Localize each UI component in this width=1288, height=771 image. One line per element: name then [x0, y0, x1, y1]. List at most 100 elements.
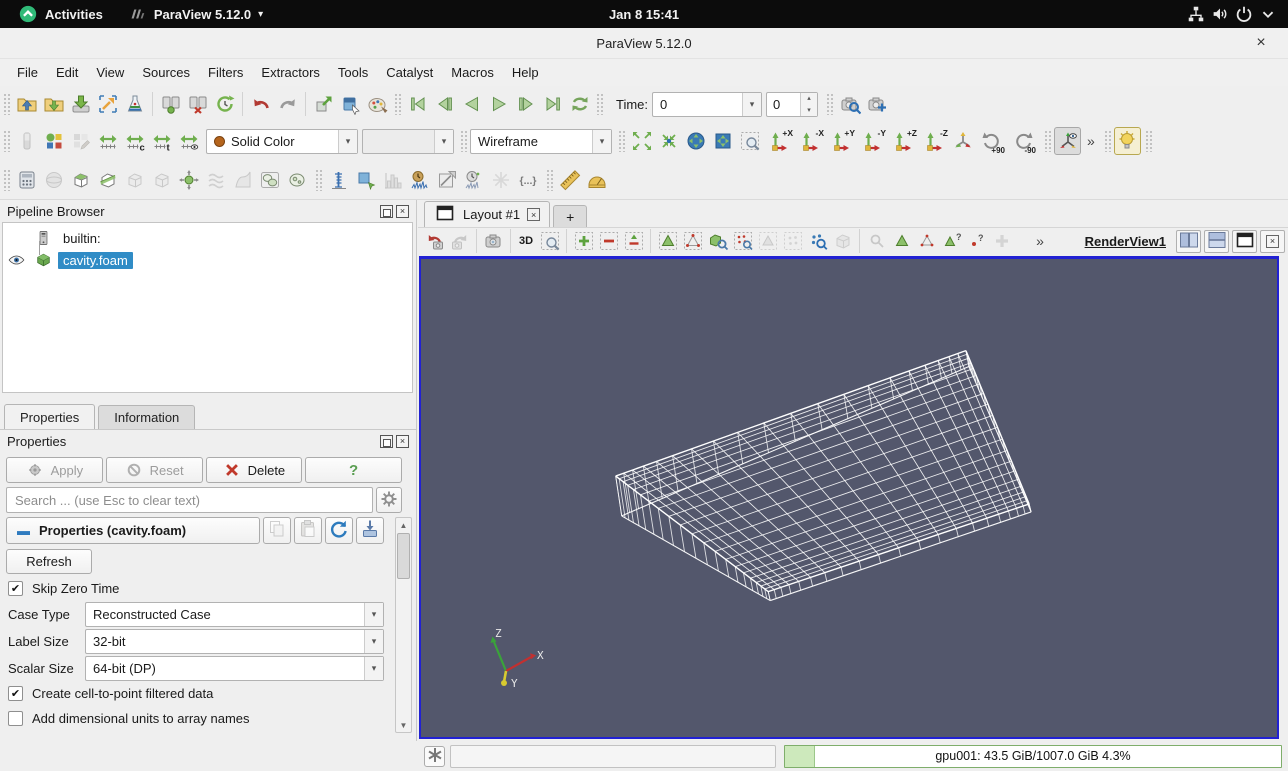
group-datasets-button[interactable]	[256, 166, 283, 194]
abort-button[interactable]	[424, 746, 445, 767]
dock-float-button[interactable]	[380, 205, 393, 218]
select-points-polygon-button[interactable]	[680, 229, 705, 253]
clock[interactable]: Jan 8 15:41	[609, 7, 679, 22]
toolbar-handle[interactable]	[546, 169, 553, 191]
maximize-view-button[interactable]	[1232, 230, 1257, 253]
toggle-2d-3d-button[interactable]: 3D	[515, 235, 537, 247]
select-surface-cells-button[interactable]	[889, 229, 914, 253]
find-data-button[interactable]	[337, 90, 364, 118]
redo-button[interactable]	[274, 90, 301, 118]
plot-selection-over-time-button[interactable]	[406, 166, 433, 194]
reset-camera-closest-button[interactable]	[655, 127, 682, 155]
menu-view[interactable]: View	[87, 61, 133, 84]
plot-over-line-button[interactable]	[325, 166, 352, 194]
reset-camera-button[interactable]	[628, 127, 655, 155]
cell-to-point-checkbox[interactable]: ✔	[8, 686, 23, 701]
clip-filter-button[interactable]	[67, 166, 94, 194]
spin-down-icon[interactable]: ▾	[801, 104, 817, 116]
apply-isometric-view-button[interactable]	[949, 127, 976, 155]
skip-zero-time-checkbox[interactable]: ✔	[8, 581, 23, 596]
dock-float-button[interactable]	[380, 435, 393, 448]
search-options-button[interactable]	[376, 487, 402, 513]
window-close-button[interactable]: ×	[1250, 32, 1272, 54]
volume-icon[interactable]	[1210, 4, 1230, 24]
select-cells-polygon-button[interactable]	[655, 229, 680, 253]
load-palette-button[interactable]	[364, 90, 391, 118]
camera-undo-button[interactable]	[422, 229, 447, 253]
zoom-to-box-button[interactable]	[736, 127, 763, 155]
edit-color-map-button[interactable]	[40, 127, 67, 155]
add-selection-button[interactable]	[989, 229, 1014, 253]
new-layout-tab-button[interactable]: +	[553, 205, 587, 227]
tab-layout-1[interactable]: Layout #1 ×	[424, 201, 550, 227]
dock-close-button[interactable]: ×	[396, 435, 409, 448]
select-points-on-button[interactable]	[596, 229, 621, 253]
python-calculator-button[interactable]	[487, 166, 514, 194]
undo-button[interactable]	[247, 90, 274, 118]
copy-properties-button[interactable]	[263, 517, 291, 544]
zoom-to-data-button[interactable]	[836, 90, 863, 118]
app-menu-button[interactable]: ParaView 5.12.0 ▾	[119, 0, 271, 28]
frame-spinbox[interactable]: 0 ▴▾	[766, 92, 818, 117]
slice-filter-button[interactable]	[94, 166, 121, 194]
paste-properties-button[interactable]	[294, 517, 322, 544]
interactive-select-cells-button[interactable]	[705, 229, 730, 253]
grow-selection-button[interactable]	[805, 229, 830, 253]
extract-subset-button[interactable]	[148, 166, 175, 194]
delete-button[interactable]: Delete	[206, 457, 303, 483]
scalar-size-combobox[interactable]: 64-bit (DP) ▾	[85, 656, 384, 681]
select-surface-points-button[interactable]	[914, 229, 939, 253]
help-button[interactable]: ?	[305, 457, 402, 483]
scroll-up-arrow[interactable]: ▲	[396, 518, 411, 532]
dropdown-arrow-icon[interactable]: ▾	[364, 630, 383, 653]
stream-tracer-button[interactable]	[202, 166, 229, 194]
menu-extractors[interactable]: Extractors	[252, 61, 329, 84]
rescale-to-custom-range-button[interactable]: c	[121, 127, 148, 155]
capture-screenshot-button[interactable]	[481, 229, 506, 253]
case-type-combobox[interactable]: Reconstructed Case ▾	[85, 602, 384, 627]
interactive-zoom-button[interactable]	[537, 229, 562, 253]
dropdown-arrow-icon[interactable]: ▾	[364, 603, 383, 626]
split-horizontal-button[interactable]	[1176, 230, 1201, 253]
zoom-to-selection-button[interactable]	[864, 229, 889, 253]
toggle-color-legend-button[interactable]	[13, 127, 40, 155]
spin-up-icon[interactable]: ▴	[801, 93, 817, 105]
restore-defaults-button[interactable]	[325, 517, 353, 544]
dropdown-arrow-icon[interactable]: ▾	[742, 93, 761, 116]
rescale-to-data-range-button[interactable]	[94, 127, 121, 155]
glyph-filter-button[interactable]	[175, 166, 202, 194]
programmable-filter-button[interactable]: {...}	[514, 166, 541, 194]
show-orientation-axes-toggle[interactable]	[1054, 127, 1081, 155]
rescale-to-visible-range-button[interactable]	[175, 127, 202, 155]
next-frame-button[interactable]	[512, 90, 539, 118]
toolbar-handle[interactable]	[460, 130, 467, 152]
power-icon[interactable]	[1234, 4, 1254, 24]
calculator-filter-button[interactable]	[13, 166, 40, 194]
component-combobox[interactable]: ▾	[362, 129, 454, 154]
menu-filters[interactable]: Filters	[199, 61, 252, 84]
hover-cells-button[interactable]	[755, 229, 780, 253]
hover-points-button[interactable]	[780, 229, 805, 253]
histogram-button[interactable]	[379, 166, 406, 194]
camera-minus-y-button[interactable]: -Y	[856, 127, 887, 155]
split-vertical-button[interactable]	[1204, 230, 1229, 253]
open-file-button[interactable]	[13, 90, 40, 118]
light-kit-toggle[interactable]	[1114, 127, 1141, 155]
color-by-combobox[interactable]: Solid Color ▾	[206, 129, 358, 154]
pipeline-item-cavity-foam[interactable]: cavity.foam	[3, 249, 412, 271]
toolbar-handle[interactable]	[596, 93, 603, 115]
separate-color-map-button[interactable]	[67, 127, 94, 155]
toolbar-handle[interactable]	[3, 93, 10, 115]
save-state-button[interactable]	[40, 90, 67, 118]
save-defaults-button[interactable]	[356, 517, 384, 544]
toolbar-handle[interactable]	[826, 93, 833, 115]
previous-frame-button[interactable]	[431, 90, 458, 118]
properties-scrollbar[interactable]: ▲ ▼	[395, 517, 412, 733]
close-view-button[interactable]: ×	[1260, 230, 1285, 253]
menu-help[interactable]: Help	[503, 61, 548, 84]
label-size-combobox[interactable]: 32-bit ▾	[85, 629, 384, 654]
query-cells-button[interactable]: ?	[939, 229, 964, 253]
play-button[interactable]	[485, 90, 512, 118]
toolbar-handle[interactable]	[3, 130, 10, 152]
visibility-eye-icon[interactable]	[8, 252, 25, 269]
